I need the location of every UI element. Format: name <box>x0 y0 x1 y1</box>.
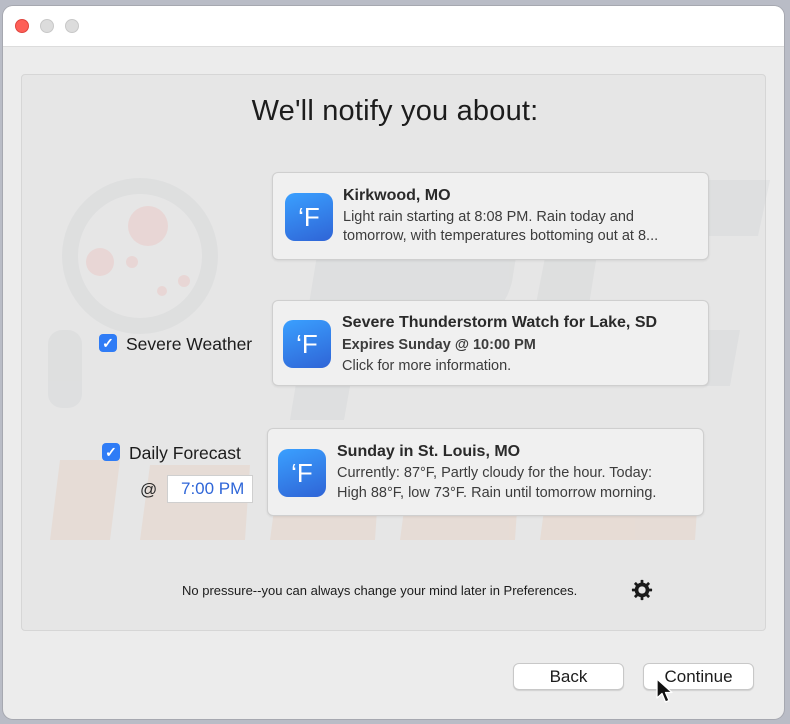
notification-card-location: ‘F Kirkwood, MO Light rain starting at 8… <box>272 172 709 260</box>
forecast-app-icon: ‘F <box>278 449 326 497</box>
card-title: Severe Thunderstorm Watch for Lake, SD <box>342 314 658 331</box>
title-bar <box>3 6 784 47</box>
zoom-window-button[interactable] <box>65 19 79 33</box>
forecast-app-icon: ‘F <box>285 193 333 241</box>
notification-card-daily-forecast: ‘F Sunday in St. Louis, MO Currently: 87… <box>267 428 704 516</box>
card-line: Currently: 87°F, Partly cloudy for the h… <box>337 465 653 481</box>
checkmark-icon: ✓ <box>105 443 117 460</box>
mouse-cursor-icon <box>656 678 673 703</box>
checkmark-icon: ✓ <box>102 334 114 351</box>
forecast-app-icon: ‘F <box>283 320 331 368</box>
daily-forecast-checkbox[interactable]: ✓ <box>102 443 120 461</box>
footer-note: No pressure--you can always change your … <box>182 583 578 598</box>
card-line: Light rain starting at 8:08 PM. Rain tod… <box>343 209 634 225</box>
severe-weather-label[interactable]: Severe Weather <box>126 334 252 355</box>
card-line: Click for more information. <box>342 358 512 374</box>
app-icon-glyph: ‘F <box>296 328 318 359</box>
gear-icon[interactable] <box>631 579 653 601</box>
app-icon-glyph: ‘F <box>298 201 320 232</box>
app-icon-glyph: ‘F <box>291 457 313 488</box>
close-window-button[interactable] <box>15 19 29 33</box>
card-title: Sunday in St. Louis, MO <box>337 443 521 460</box>
card-line: Expires Sunday @ 10:00 PM <box>342 337 536 353</box>
minimize-window-button[interactable] <box>40 19 54 33</box>
card-title: Kirkwood, MO <box>343 187 451 204</box>
page-title: We'll notify you about: <box>251 95 539 127</box>
card-line: High 88°F, low 73°F. Rain until tomorrow… <box>337 485 657 501</box>
at-label: @ <box>140 480 158 499</box>
forecast-time-field[interactable]: 7:00 PM <box>167 475 253 503</box>
daily-forecast-label[interactable]: Daily Forecast <box>129 443 241 464</box>
card-line: tomorrow, with temperatures bottoming ou… <box>343 228 659 244</box>
back-button[interactable]: Back <box>513 663 624 690</box>
severe-weather-checkbox[interactable]: ✓ <box>99 334 117 352</box>
notification-card-severe-weather: ‘F Severe Thunderstorm Watch for Lake, S… <box>272 300 709 386</box>
